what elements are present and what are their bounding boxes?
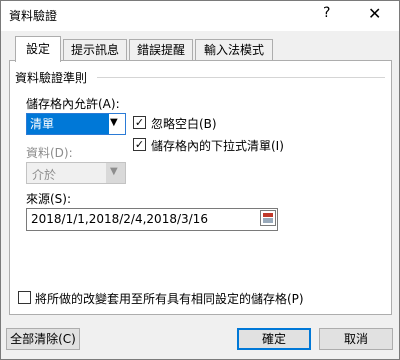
range-icon-grid [263, 218, 273, 223]
chevron-down-icon: ▼ [110, 117, 118, 128]
data-label: 資料(D): [26, 146, 73, 160]
range-icon-header [263, 213, 273, 217]
clear-all-button[interactable]: 全部清除(C) [6, 328, 80, 350]
allow-dropdown[interactable]: 清單 ▼ [26, 113, 126, 135]
tab-label: 設定 [25, 42, 50, 56]
tab-label: 提示訊息 [70, 43, 119, 57]
source-label: 來源(S): [26, 192, 72, 206]
group-title: 資料驗證準則 [15, 69, 92, 86]
chevron-down-icon: ▼ [110, 166, 118, 177]
cancel-button[interactable]: 取消 [319, 328, 393, 350]
allow-label: 儲存格內允許(A): [26, 97, 120, 111]
window-title: 資料驗證 [9, 9, 58, 23]
tab-settings[interactable]: 設定 [15, 36, 61, 62]
title-bar: 資料驗證 ? ✕ [1, 1, 399, 31]
help-button[interactable]: ? [323, 5, 330, 21]
source-value: 2018/1/1,2018/2/4,2018/3/16 [31, 212, 208, 226]
tab-input-message[interactable]: 提示訊息 [63, 39, 127, 61]
data-dropdown: 介於 ▼ [26, 162, 126, 184]
data-selected-value: 介於 [32, 168, 57, 182]
in-cell-dropdown-label[interactable]: 儲存格內的下拉式清單(I) [151, 137, 284, 154]
tab-ime-mode[interactable]: 輸入法模式 [195, 39, 273, 61]
source-input[interactable]: 2018/1/1,2018/2/4,2018/3/16 [26, 208, 278, 231]
group-divider [97, 77, 385, 78]
close-button[interactable]: ✕ [368, 4, 381, 23]
tab-error-alert[interactable]: 錯誤提醒 [129, 39, 193, 61]
ignore-blank-label[interactable]: 忽略空白(B) [151, 115, 217, 132]
ignore-blank-checkbox[interactable]: ✓ [133, 116, 146, 129]
range-select-icon[interactable] [260, 210, 276, 226]
in-cell-dropdown-checkbox[interactable]: ✓ [133, 138, 146, 151]
allow-selected-value: 清單 [27, 114, 109, 134]
apply-all-checkbox[interactable] [18, 291, 31, 304]
ok-button[interactable]: 確定 [237, 328, 311, 350]
data-validation-dialog: 資料驗證 ? ✕ 設定 提示訊息 錯誤提醒 輸入法模式 資料驗證準則 儲存格內允… [0, 0, 400, 360]
tab-label: 錯誤提醒 [136, 43, 185, 57]
apply-all-label[interactable]: 將所做的改變套用至所有具有相同設定的儲存格(P) [35, 290, 304, 307]
tab-label: 輸入法模式 [203, 43, 264, 57]
